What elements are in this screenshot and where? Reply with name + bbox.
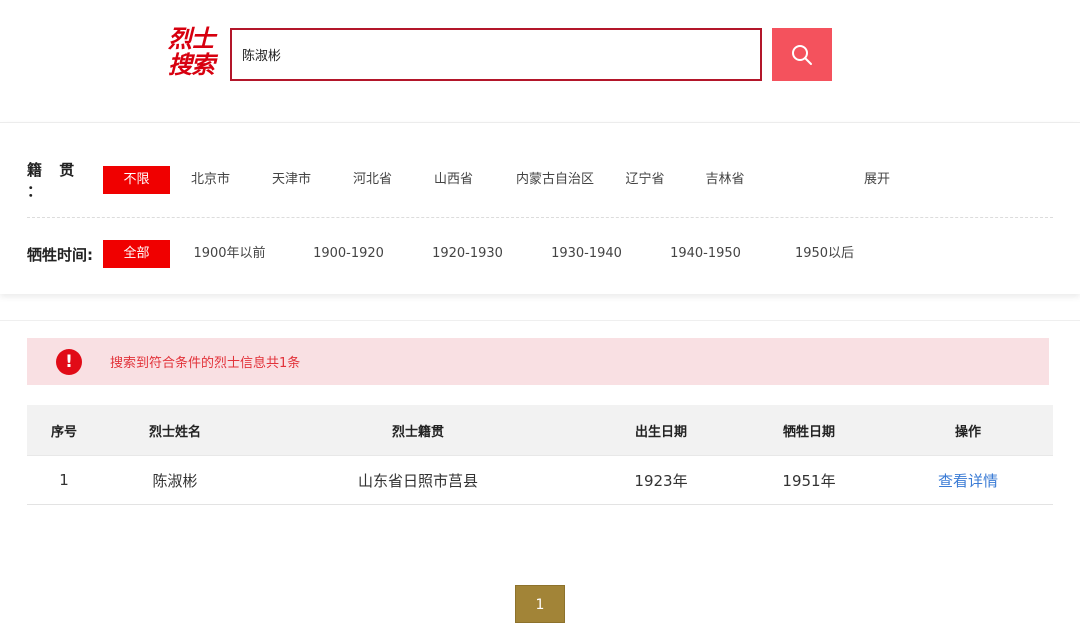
time-option-1900-1920[interactable]: 1900-1920	[289, 240, 408, 268]
time-option-before-1900[interactable]: 1900年以前	[170, 240, 289, 268]
table-header: 序号 烈士姓名 烈士籍贯 出生日期 牺牲日期 操作	[27, 405, 1053, 455]
section-separator	[0, 320, 1080, 321]
row-origin: 山东省日照市莒县	[357, 471, 478, 490]
header: 烈士 搜索	[0, 0, 1080, 122]
page-button-current[interactable]: 1	[515, 585, 565, 623]
time-option-1940-1950[interactable]: 1940-1950	[646, 240, 765, 268]
results-table: 序号 烈士姓名 烈士籍贯 出生日期 牺牲日期 操作 1 陈淑彬 山东省日照市莒县…	[27, 405, 1053, 505]
origin-filter-label: 籍 贯 ：	[27, 161, 81, 200]
row-death-date: 1951年	[782, 471, 836, 490]
filter-divider	[27, 217, 1053, 218]
time-option-after-1950[interactable]: 1950以后	[765, 240, 884, 268]
expand-button[interactable]: 展开	[864, 166, 890, 194]
header-name: 烈士姓名	[148, 424, 201, 440]
origin-option-jilin[interactable]: 吉林省	[674, 166, 776, 194]
time-filter-label: 牺牲时间:	[27, 245, 93, 264]
search-input[interactable]	[230, 28, 762, 81]
origin-filter-row: 籍 贯 ： 不限 北京市 天津市 河北省 山西省 内蒙古自治区 辽宁省 吉林省	[27, 161, 776, 200]
header-index: 序号	[50, 424, 77, 440]
row-name: 陈淑彬	[152, 471, 198, 490]
logo-line-1: 烈士	[168, 25, 215, 53]
exclamation-icon: !	[56, 348, 82, 375]
time-option-all[interactable]: 全部	[103, 240, 170, 268]
header-origin: 烈士籍贯	[391, 424, 444, 440]
origin-option-tianjin[interactable]: 天津市	[251, 166, 332, 194]
result-count-text: 搜索到符合条件的烈士信息共1条	[110, 356, 301, 371]
result-alert: ! 搜索到符合条件的烈士信息共1条	[27, 338, 1049, 385]
site-logo[interactable]: 烈士 搜索	[168, 26, 224, 82]
time-filter-row: 牺牲时间: 全部 1900年以前 1900-1920 1920-1930 193…	[27, 240, 884, 268]
header-action: 操作	[954, 424, 981, 440]
view-details-link[interactable]: 查看详情	[883, 470, 1053, 491]
row-birth-date: 1923年	[634, 471, 688, 490]
origin-option-unlimited[interactable]: 不限	[103, 166, 170, 194]
time-option-1920-1930[interactable]: 1920-1930	[408, 240, 527, 268]
filter-panel: 籍 贯 ： 不限 北京市 天津市 河北省 山西省 内蒙古自治区 辽宁省 吉林省 …	[0, 122, 1080, 294]
origin-option-beijing[interactable]: 北京市	[170, 166, 251, 194]
search-button[interactable]	[772, 28, 832, 81]
origin-option-inner-mongolia[interactable]: 内蒙古自治区	[494, 166, 616, 194]
origin-option-hebei[interactable]: 河北省	[332, 166, 413, 194]
origin-option-shanxi[interactable]: 山西省	[413, 166, 494, 194]
time-option-1930-1940[interactable]: 1930-1940	[527, 240, 646, 268]
table-row: 1 陈淑彬 山东省日照市莒县 1923年 1951年 查看详情	[27, 455, 1053, 505]
row-index: 1	[59, 471, 69, 489]
search-icon	[792, 44, 812, 65]
header-birth-date: 出生日期	[634, 424, 687, 440]
header-death-date: 牺牲日期	[782, 424, 835, 440]
origin-option-liaoning[interactable]: 辽宁省	[616, 166, 674, 194]
logo-line-2: 搜索	[168, 51, 215, 79]
